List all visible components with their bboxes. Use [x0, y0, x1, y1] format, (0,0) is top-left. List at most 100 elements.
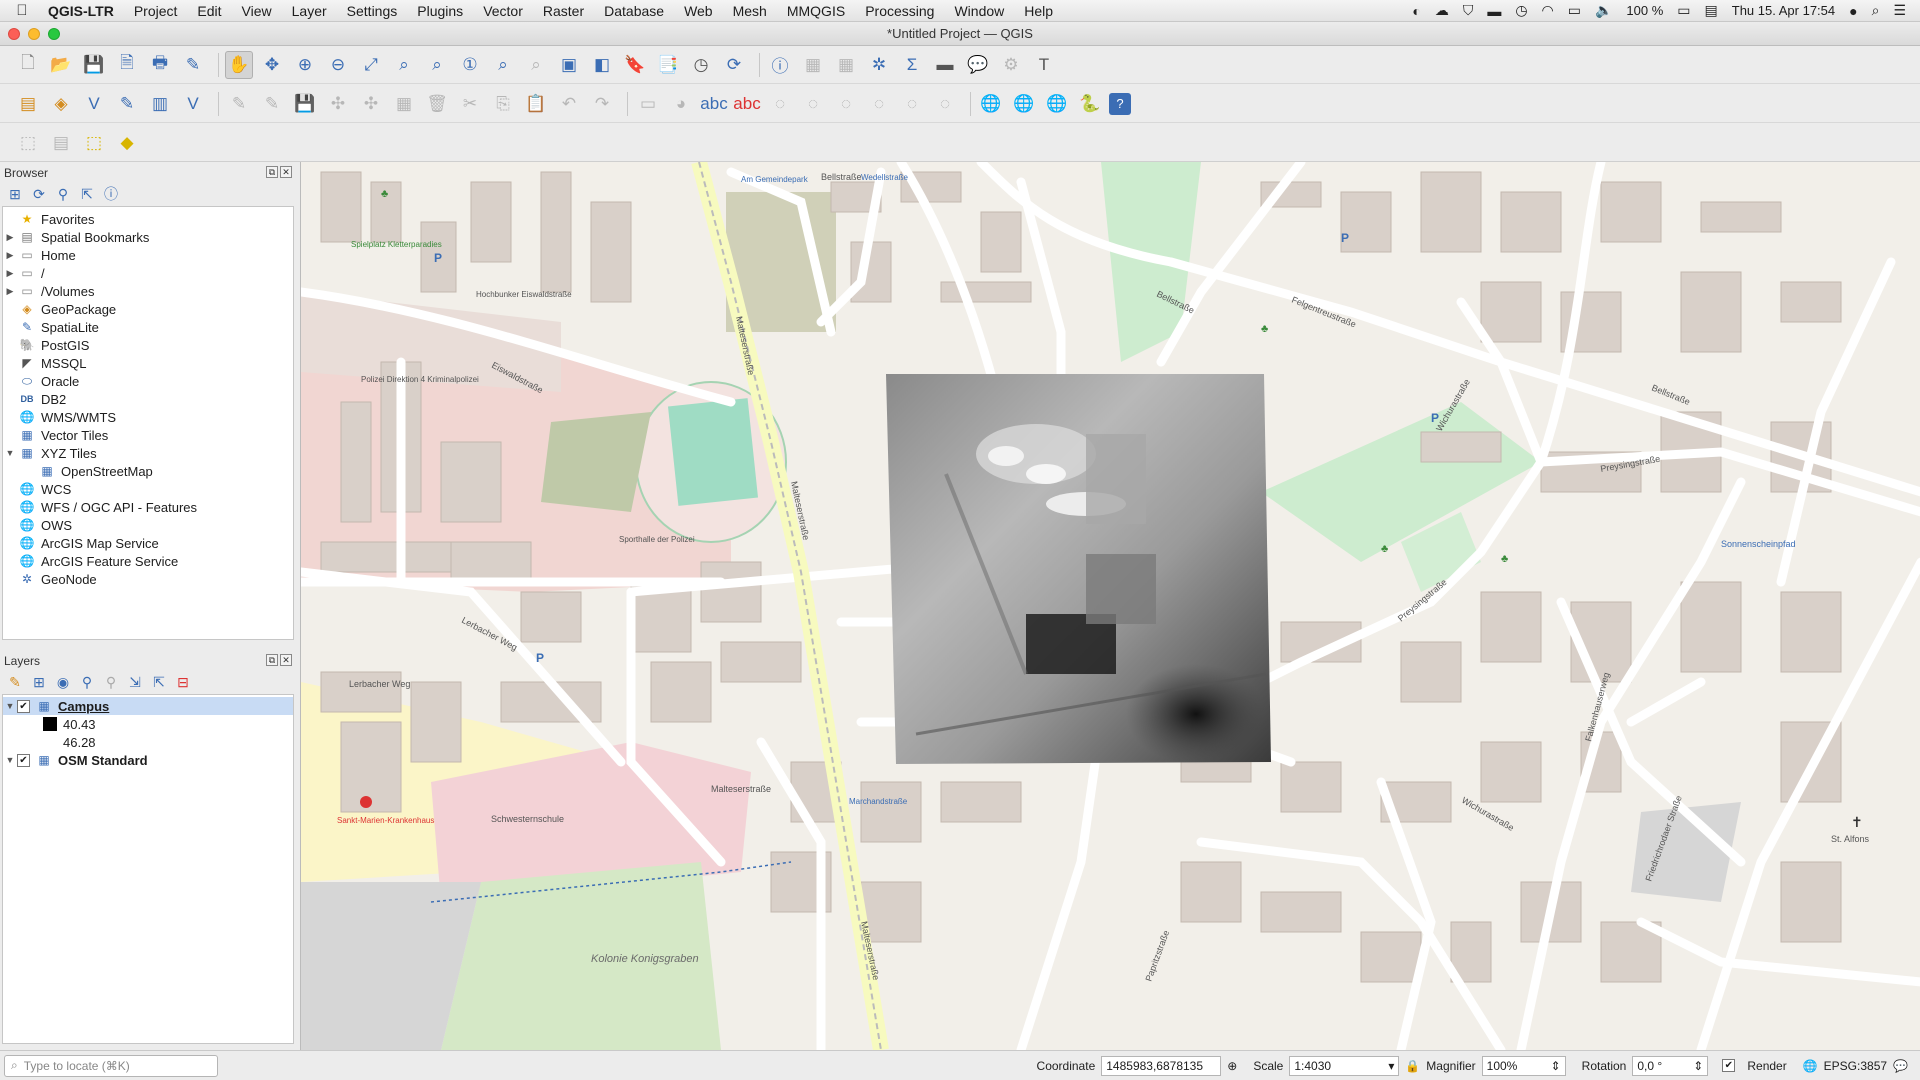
browser-item-spatial-bookmarks[interactable]: ▶ ▤ Spatial Bookmarks: [3, 228, 293, 246]
zoom-full-icon[interactable]: ⤢: [357, 51, 385, 79]
diagram-icon[interactable]: ◕: [667, 90, 695, 118]
user-icon[interactable]: ●: [1849, 3, 1857, 19]
zoom-window-button[interactable]: [48, 28, 60, 40]
menu-layer[interactable]: Layer: [282, 3, 337, 19]
apple-menu-icon[interactable]: : [0, 2, 44, 19]
select-location-icon[interactable]: ◆: [113, 129, 141, 157]
browser-item-oracle[interactable]: ⬭ Oracle: [3, 372, 293, 390]
select-features-icon[interactable]: ⬚: [14, 129, 42, 157]
browser-item-wfs[interactable]: 🌐 WFS / OGC API - Features: [3, 498, 293, 516]
pin-labels-icon[interactable]: ◌: [799, 90, 827, 118]
select-by-value-icon[interactable]: ▤: [47, 129, 75, 157]
menu-window[interactable]: Window: [944, 3, 1014, 19]
browser-item-db2[interactable]: DB DB2: [3, 390, 293, 408]
float-panel-button[interactable]: ⧉: [266, 166, 278, 178]
cut-features-icon[interactable]: ✂: [456, 90, 484, 118]
new-map-view-icon[interactable]: ▣: [555, 51, 583, 79]
map-tips-icon[interactable]: 💬: [964, 51, 992, 79]
browser-item-geopackage[interactable]: ◈ GeoPackage: [3, 300, 293, 318]
shield-icon[interactable]: ⛉: [1463, 2, 1474, 19]
layer-labeling-icon[interactable]: abc: [700, 90, 728, 118]
measure-line-icon[interactable]: ▬: [931, 51, 959, 79]
save-as-icon[interactable]: 🗎: [113, 51, 141, 79]
pan-to-selection-icon[interactable]: ✥: [258, 51, 286, 79]
expand-all-icon[interactable]: ⇲: [126, 674, 144, 691]
highlight-pinned-icon[interactable]: ◌: [766, 90, 794, 118]
browser-item-volumes[interactable]: ▶ ▭/Volumes: [3, 282, 293, 300]
browser-item-favorites[interactable]: ★ Favorites: [3, 210, 293, 228]
current-edits-icon[interactable]: ✎: [258, 90, 286, 118]
menu-database[interactable]: Database: [594, 3, 674, 19]
manage-themes-icon[interactable]: ◉: [54, 674, 72, 691]
drive-icon[interactable]: ▬: [1487, 3, 1501, 19]
browser-item-wcs[interactable]: 🌐 WCS: [3, 480, 293, 498]
style-manager-icon[interactable]: ✎: [179, 51, 207, 79]
expand-arrow-icon[interactable]: ▶: [3, 250, 17, 261]
browser-item-geonode[interactable]: ✲ GeoNode: [3, 570, 293, 588]
help-icon[interactable]: ?: [1109, 92, 1131, 115]
label-toolbar-icon[interactable]: ▭: [634, 90, 662, 118]
data-source-manager-icon[interactable]: ▤: [14, 90, 42, 118]
time-machine-icon[interactable]: ◷: [1515, 2, 1527, 19]
save-layer-edits-icon[interactable]: 💾: [291, 90, 319, 118]
browser-item-xyz-tiles[interactable]: ▼ ▦ XYZ Tiles: [3, 444, 293, 462]
menu-vector[interactable]: Vector: [473, 3, 533, 19]
map-canvas[interactable]: Bellstraße Bellstraße Bellstraße Eiswald…: [300, 162, 1920, 1050]
new-virtual-layer-icon[interactable]: ▥: [146, 90, 174, 118]
layer-styling-icon[interactable]: ✎: [6, 674, 24, 691]
browser-item-mssql[interactable]: ◤ MSSQL: [3, 354, 293, 372]
python-console-icon[interactable]: 🐍: [1076, 90, 1104, 118]
show-hide-labels-icon[interactable]: ◌: [832, 90, 860, 118]
add-group-icon[interactable]: ⊞: [30, 674, 48, 691]
change-label-icon[interactable]: ◌: [931, 90, 959, 118]
new-shapefile-layer-icon[interactable]: V: [80, 90, 108, 118]
messages-icon[interactable]: 💬: [1893, 1059, 1908, 1073]
temporal-controller-icon[interactable]: ◷: [687, 51, 715, 79]
filter-icon[interactable]: ⚲: [54, 186, 72, 203]
menu-processing[interactable]: Processing: [855, 3, 944, 19]
menu-mmqgis[interactable]: MMQGIS: [777, 3, 855, 19]
zoom-next-icon[interactable]: ⌕: [522, 51, 550, 79]
browser-item-ows[interactable]: 🌐 OWS: [3, 516, 293, 534]
menubar-clock[interactable]: Thu 15. Apr 17:54: [1732, 3, 1835, 18]
open-project-icon[interactable]: 📂: [47, 51, 75, 79]
new-temporary-layer-icon[interactable]: V: [179, 90, 207, 118]
zoom-out-icon[interactable]: ⊖: [324, 51, 352, 79]
refresh-icon[interactable]: ⟳: [720, 51, 748, 79]
notification-center-icon[interactable]: ☰: [1893, 2, 1906, 19]
metasearch-2-icon[interactable]: 🌐: [1010, 90, 1038, 118]
zoom-to-selection-icon[interactable]: ⌕: [390, 51, 418, 79]
browser-item-vector-tiles[interactable]: ▦ Vector Tiles: [3, 426, 293, 444]
expand-arrow-icon[interactable]: ▶: [3, 232, 17, 243]
crs-globe-icon[interactable]: 🌐: [1803, 1059, 1818, 1073]
move-label-icon[interactable]: ◌: [865, 90, 893, 118]
browser-item-postgis[interactable]: 🐘 PostGIS: [3, 336, 293, 354]
open-attribute-table-icon[interactable]: ▦: [799, 51, 827, 79]
text-annotation-icon[interactable]: T: [1030, 51, 1058, 79]
collapse-all-icon[interactable]: ⇱: [78, 186, 96, 203]
menu-raster[interactable]: Raster: [533, 3, 594, 19]
zoom-native-icon[interactable]: ①: [456, 51, 484, 79]
menu-edit[interactable]: Edit: [187, 3, 231, 19]
new-3d-view-icon[interactable]: ◧: [588, 51, 616, 79]
filter-legend-icon[interactable]: ⚲: [78, 674, 96, 691]
scale-combobox[interactable]: 1:4030 ▾: [1289, 1055, 1400, 1076]
locator-search-input[interactable]: ⌕ Type to locate (⌘K): [4, 1054, 218, 1077]
menu-mesh[interactable]: Mesh: [723, 3, 777, 19]
processing-toolbox-icon[interactable]: ✲: [865, 51, 893, 79]
identify-features-icon[interactable]: ⓘ: [766, 51, 794, 79]
statistical-summary-icon[interactable]: Σ: [898, 51, 926, 79]
new-project-icon[interactable]: 🗋: [14, 51, 42, 79]
lock-scale-icon[interactable]: 🔒: [1405, 1059, 1420, 1073]
collapse-arrow-icon[interactable]: ▼: [3, 448, 17, 458]
rotate-label-icon[interactable]: ◌: [898, 90, 926, 118]
wifi-icon[interactable]: ◠: [1542, 2, 1554, 19]
magnifier-spinbox[interactable]: 100% ⇕: [1481, 1055, 1566, 1076]
battery-icon[interactable]: ▭: [1677, 2, 1690, 19]
refresh-icon[interactable]: ⟳: [30, 186, 48, 203]
rotation-spinbox[interactable]: 0,0 ° ⇕: [1632, 1055, 1709, 1076]
show-bookmarks-icon[interactable]: 📑: [654, 51, 682, 79]
collapse-all-icon[interactable]: ⇱: [150, 674, 168, 691]
close-panel-button[interactable]: ✕: [280, 654, 292, 666]
zoom-last-icon[interactable]: ⌕: [489, 51, 517, 79]
